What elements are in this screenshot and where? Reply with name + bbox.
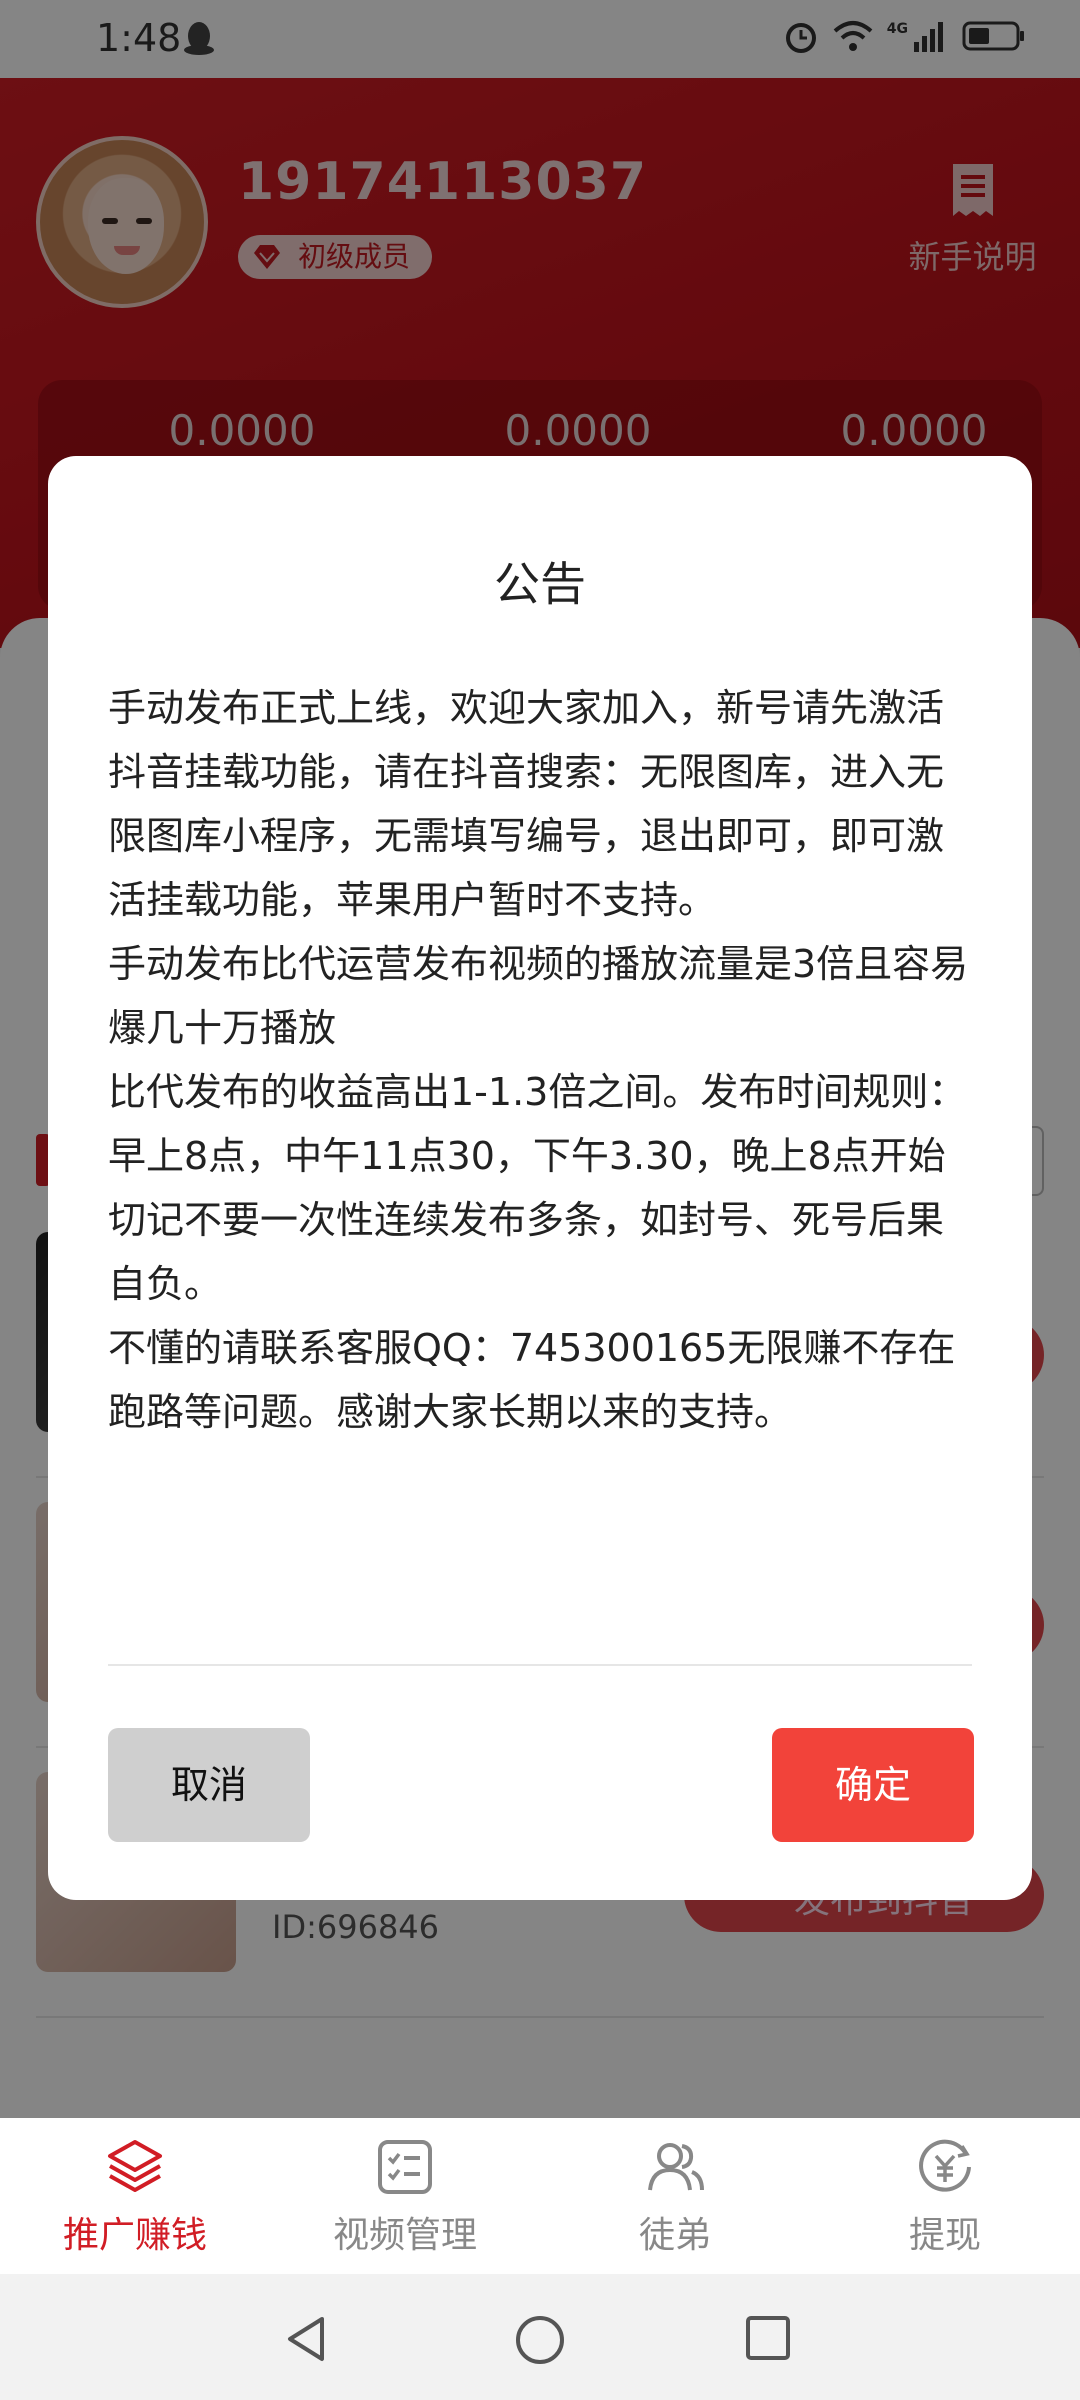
back-icon[interactable] — [282, 2314, 332, 2364]
nav-label: 推广赚钱 — [62, 2215, 207, 2256]
nav-label: 徒弟 — [638, 2215, 711, 2256]
layers-icon — [108, 2140, 162, 2192]
cancel-button[interactable]: 取消 — [108, 1728, 310, 1842]
recents-icon[interactable] — [744, 2314, 792, 2362]
divider — [108, 1664, 972, 1666]
announcement-paragraph: 手动发布正式上线，欢迎大家加入，新号请先激活抖音挂载功能，请在抖音搜索：无限图库… — [108, 686, 945, 922]
home-icon[interactable] — [514, 2314, 566, 2366]
dialog-title: 公告 — [494, 557, 586, 611]
announcement-paragraph: 不懂的请联系客服QQ：745300165无限赚不存在跑路等问题。感谢大家长期以来… — [108, 1326, 956, 1434]
announcement-paragraph: 手动发布比代运营发布视频的播放流量是3倍且容易爆几十万播放 — [108, 942, 969, 1050]
nav-video-management[interactable]: 视频管理 — [270, 2118, 540, 2274]
checklist-icon — [378, 2140, 432, 2194]
announcement-paragraph: 切记不要一次性连续发布多条，如封号、死号后果自负。 — [108, 1198, 945, 1306]
system-nav-bar — [0, 2274, 1080, 2400]
users-icon — [648, 2143, 704, 2191]
confirm-button[interactable]: 确定 — [772, 1728, 974, 1842]
nav-promote-earn[interactable]: 推广赚钱 — [0, 2118, 270, 2274]
dialog-body: 手动发布正式上线，欢迎大家加入，新号请先激活抖音挂载功能，请在抖音搜索：无限图库… — [108, 676, 978, 1444]
nav-apprentices[interactable]: 徒弟 — [540, 2118, 810, 2274]
bottom-nav: 推广赚钱 视频管理 徒弟 提现 — [0, 2118, 1080, 2274]
nav-label: 提现 — [908, 2215, 981, 2256]
yuan-coin-icon — [919, 2139, 971, 2192]
nav-label: 视频管理 — [332, 2215, 477, 2256]
announcement-paragraph: 比代发布的收益高出1-1.3倍之间。发布时间规则：早上8点，中午11点30，下午… — [108, 1070, 967, 1178]
announcement-dialog: 公告 手动发布正式上线，欢迎大家加入，新号请先激活抖音挂载功能，请在抖音搜索：无… — [48, 456, 1032, 1900]
nav-withdraw[interactable]: 提现 — [810, 2118, 1080, 2274]
